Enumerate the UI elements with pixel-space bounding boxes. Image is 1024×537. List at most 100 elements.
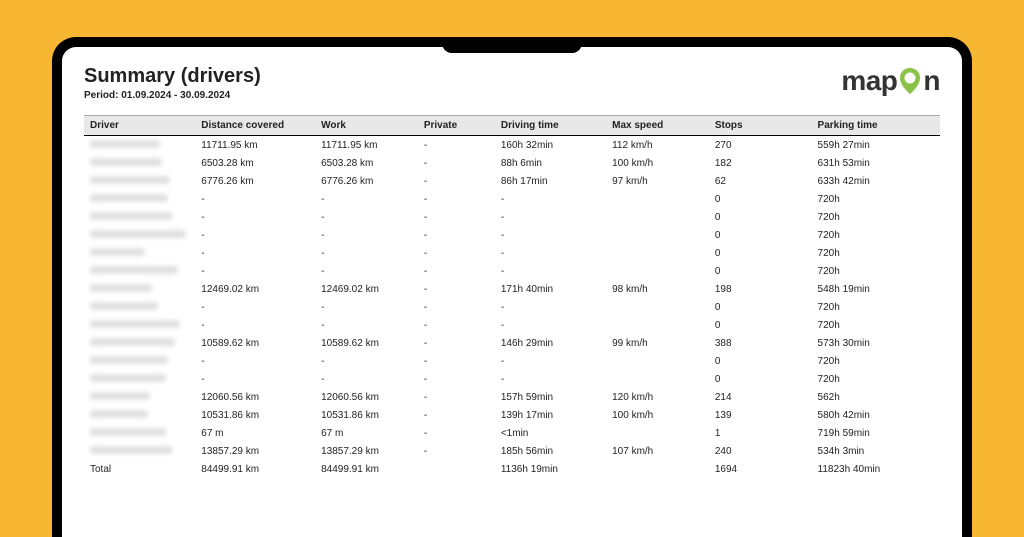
cell-stops: 0 <box>709 298 812 316</box>
cell-parking: 720h <box>812 244 940 262</box>
cell-total-label: Total <box>84 460 195 478</box>
cell-driving: - <box>495 244 606 262</box>
blurred-driver-name <box>90 446 172 454</box>
cell-stops: 139 <box>709 406 812 424</box>
cell-maxspeed: 100 km/h <box>606 154 709 172</box>
cell-total-private <box>418 460 495 478</box>
table-row: ----0720h <box>84 298 940 316</box>
cell-maxspeed <box>606 244 709 262</box>
cell-total-work: 84499.91 km <box>315 460 418 478</box>
cell-stops: 0 <box>709 316 812 334</box>
table-row: 13857.29 km13857.29 km-185h 56min107 km/… <box>84 442 940 460</box>
cell-private: - <box>418 244 495 262</box>
cell-parking: 562h <box>812 388 940 406</box>
col-header-parking: Parking time <box>812 116 940 136</box>
cell-driver <box>84 280 195 298</box>
cell-parking: 720h <box>812 316 940 334</box>
cell-total-maxspeed <box>606 460 709 478</box>
cell-distance: - <box>195 352 315 370</box>
cell-parking: 720h <box>812 208 940 226</box>
cell-driver <box>84 190 195 208</box>
cell-work: 12060.56 km <box>315 388 418 406</box>
app-screen: Summary (drivers) Period: 01.09.2024 - 3… <box>62 47 962 537</box>
cell-driver <box>84 388 195 406</box>
cell-distance: 10531.86 km <box>195 406 315 424</box>
cell-work: 12469.02 km <box>315 280 418 298</box>
cell-driver <box>84 136 195 155</box>
blurred-driver-name <box>90 158 162 166</box>
cell-driving: 157h 59min <box>495 388 606 406</box>
cell-driving: 146h 29min <box>495 334 606 352</box>
cell-driving: <1min <box>495 424 606 442</box>
cell-maxspeed: 120 km/h <box>606 388 709 406</box>
device-frame: Summary (drivers) Period: 01.09.2024 - 3… <box>52 37 972 537</box>
cell-work: 13857.29 km <box>315 442 418 460</box>
cell-work: - <box>315 370 418 388</box>
cell-maxspeed: 97 km/h <box>606 172 709 190</box>
table-row: ----0720h <box>84 352 940 370</box>
table-row: 67 m67 m-<1min1719h 59min <box>84 424 940 442</box>
cell-parking: 534h 3min <box>812 442 940 460</box>
blurred-driver-name <box>90 374 166 382</box>
cell-maxspeed <box>606 190 709 208</box>
cell-private: - <box>418 208 495 226</box>
cell-distance: 6503.28 km <box>195 154 315 172</box>
cell-driving: 139h 17min <box>495 406 606 424</box>
cell-private: - <box>418 370 495 388</box>
blurred-driver-name <box>90 338 175 346</box>
cell-distance: - <box>195 298 315 316</box>
cell-driving: 88h 6min <box>495 154 606 172</box>
blurred-driver-name <box>90 356 168 364</box>
cell-work: 67 m <box>315 424 418 442</box>
cell-driving: 185h 56min <box>495 442 606 460</box>
cell-distance: 13857.29 km <box>195 442 315 460</box>
cell-distance: - <box>195 316 315 334</box>
cell-total-distance: 84499.91 km <box>195 460 315 478</box>
col-header-private: Private <box>418 116 495 136</box>
blurred-driver-name <box>90 140 160 148</box>
cell-stops: 1 <box>709 424 812 442</box>
blurred-driver-name <box>90 266 178 274</box>
table-row: ----0720h <box>84 316 940 334</box>
cell-maxspeed <box>606 370 709 388</box>
cell-stops: 0 <box>709 190 812 208</box>
cell-private: - <box>418 226 495 244</box>
cell-driving: - <box>495 298 606 316</box>
report-header: Summary (drivers) Period: 01.09.2024 - 3… <box>84 65 940 101</box>
cell-private: - <box>418 172 495 190</box>
blurred-driver-name <box>90 230 186 238</box>
table-row: ----0720h <box>84 244 940 262</box>
cell-work: 10531.86 km <box>315 406 418 424</box>
cell-parking: 573h 30min <box>812 334 940 352</box>
cell-private: - <box>418 136 495 155</box>
cell-driver <box>84 316 195 334</box>
cell-maxspeed: 107 km/h <box>606 442 709 460</box>
cell-distance: 12060.56 km <box>195 388 315 406</box>
cell-private: - <box>418 154 495 172</box>
cell-maxspeed: 100 km/h <box>606 406 709 424</box>
cell-distance: 11711.95 km <box>195 136 315 155</box>
cell-driver <box>84 406 195 424</box>
cell-maxspeed <box>606 262 709 280</box>
table-row: ----0720h <box>84 226 940 244</box>
cell-parking: 720h <box>812 190 940 208</box>
cell-driving: 160h 32min <box>495 136 606 155</box>
blurred-driver-name <box>90 410 148 418</box>
cell-private: - <box>418 316 495 334</box>
cell-stops: 0 <box>709 208 812 226</box>
period-label: Period: 01.09.2024 - 30.09.2024 <box>84 90 261 101</box>
cell-parking: 580h 42min <box>812 406 940 424</box>
cell-driver <box>84 226 195 244</box>
cell-maxspeed: 98 km/h <box>606 280 709 298</box>
cell-maxspeed <box>606 208 709 226</box>
cell-driver <box>84 172 195 190</box>
cell-private: - <box>418 262 495 280</box>
cell-maxspeed <box>606 226 709 244</box>
cell-distance: - <box>195 244 315 262</box>
cell-work: 6776.26 km <box>315 172 418 190</box>
logo-pin-icon <box>898 66 922 96</box>
cell-stops: 240 <box>709 442 812 460</box>
cell-stops: 182 <box>709 154 812 172</box>
cell-work: - <box>315 208 418 226</box>
cell-private: - <box>418 406 495 424</box>
